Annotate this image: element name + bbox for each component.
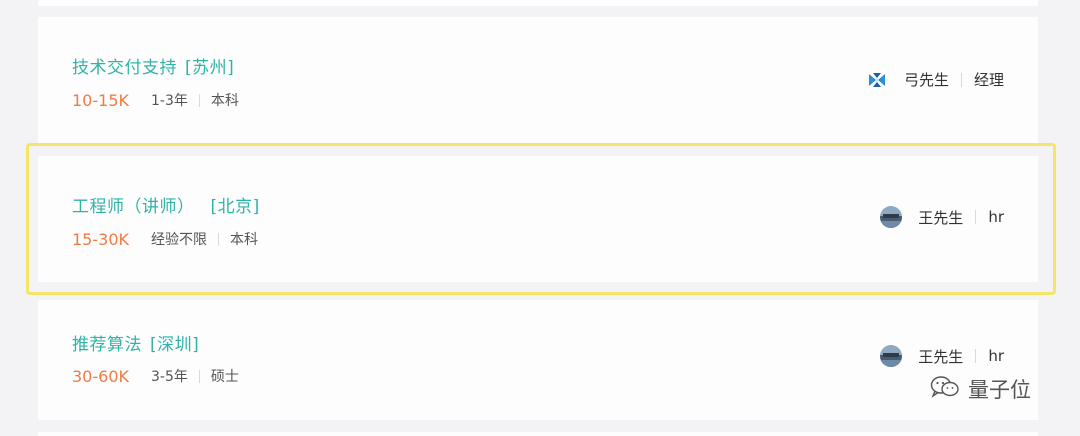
job-salary: 30-60K	[72, 366, 129, 386]
job-education: 本科	[210, 93, 239, 109]
recruiter-name: 王先生	[918, 347, 964, 366]
meta-divider	[198, 369, 200, 383]
job-experience: 1-3年	[150, 93, 188, 109]
recruiter-info[interactable]: 弓先生 经理	[868, 69, 1004, 90]
job-card-partial-bottom	[38, 432, 1038, 436]
job-salary: 10-15K	[72, 90, 129, 110]
job-meta: 30-60K 3-5年 硕士	[72, 366, 239, 386]
job-card[interactable]: 推荐算法 [深圳] 30-60K 3-5年 硕士 王先生 hr	[38, 300, 1038, 420]
job-list-page: 技术交付支持 [苏州] 10-15K 1-3年 本科 弓先生 经理 工程师（讲师…	[0, 0, 1080, 436]
job-title: 推荐算法	[72, 335, 142, 355]
job-title: 技术交付支持	[72, 58, 177, 78]
watermark: 量子位	[930, 374, 1031, 404]
recruiter-divider	[960, 72, 962, 87]
person-avatar	[880, 345, 903, 367]
job-location: [苏州]	[185, 58, 235, 78]
watermark-text: 量子位	[968, 378, 1031, 402]
job-title-link[interactable]: 推荐算法 [深圳]	[72, 330, 199, 355]
job-experience: 3-5年	[150, 369, 188, 385]
company-logo-icon	[868, 72, 886, 88]
meta-divider	[198, 93, 200, 107]
job-meta: 10-15K 1-3年 本科	[72, 90, 239, 110]
job-card-partial-top	[38, 0, 1038, 6]
wechat-icon	[930, 375, 960, 404]
recruiter-info[interactable]: 王先生 hr	[880, 345, 1004, 367]
highlight-box	[26, 143, 1056, 295]
recruiter-name: 弓先生	[903, 71, 949, 89]
job-education: 硕士	[210, 369, 239, 385]
recruiter-role: hr	[988, 347, 1004, 365]
recruiter-role: 经理	[973, 71, 1004, 89]
recruiter-divider	[975, 349, 977, 363]
job-title-link[interactable]: 技术交付支持 [苏州]	[72, 53, 234, 78]
job-card[interactable]: 技术交付支持 [苏州] 10-15K 1-3年 本科 弓先生 经理	[38, 17, 1038, 144]
job-location: [深圳]	[150, 335, 200, 355]
